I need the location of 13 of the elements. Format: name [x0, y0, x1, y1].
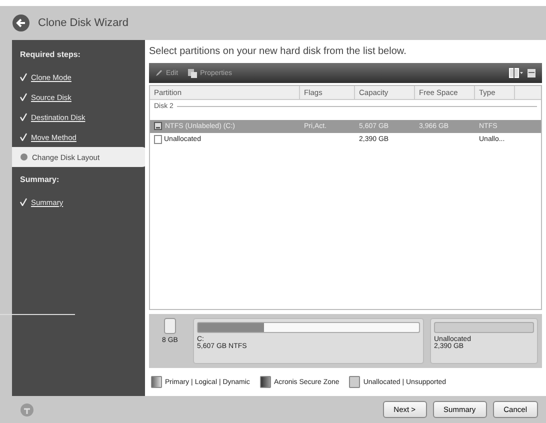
back-icon[interactable]: [12, 14, 30, 32]
legend-swatch: [151, 376, 162, 388]
instruction-text: Select partitions on your new hard disk from the list below.: [149, 45, 408, 59]
legend-swatch: [349, 376, 360, 388]
section-heading: Required steps:: [19, 49, 82, 61]
document-icon: [188, 68, 198, 78]
partition-icon: [154, 122, 163, 131]
window-title: Clone Disk Wizard: [38, 17, 128, 29]
section-heading: Summary:: [19, 174, 60, 186]
columns-icon[interactable]: [509, 68, 523, 78]
blank-page-icon: [154, 135, 162, 144]
legend-swatch: [260, 376, 271, 388]
pencil-icon: [155, 69, 163, 77]
